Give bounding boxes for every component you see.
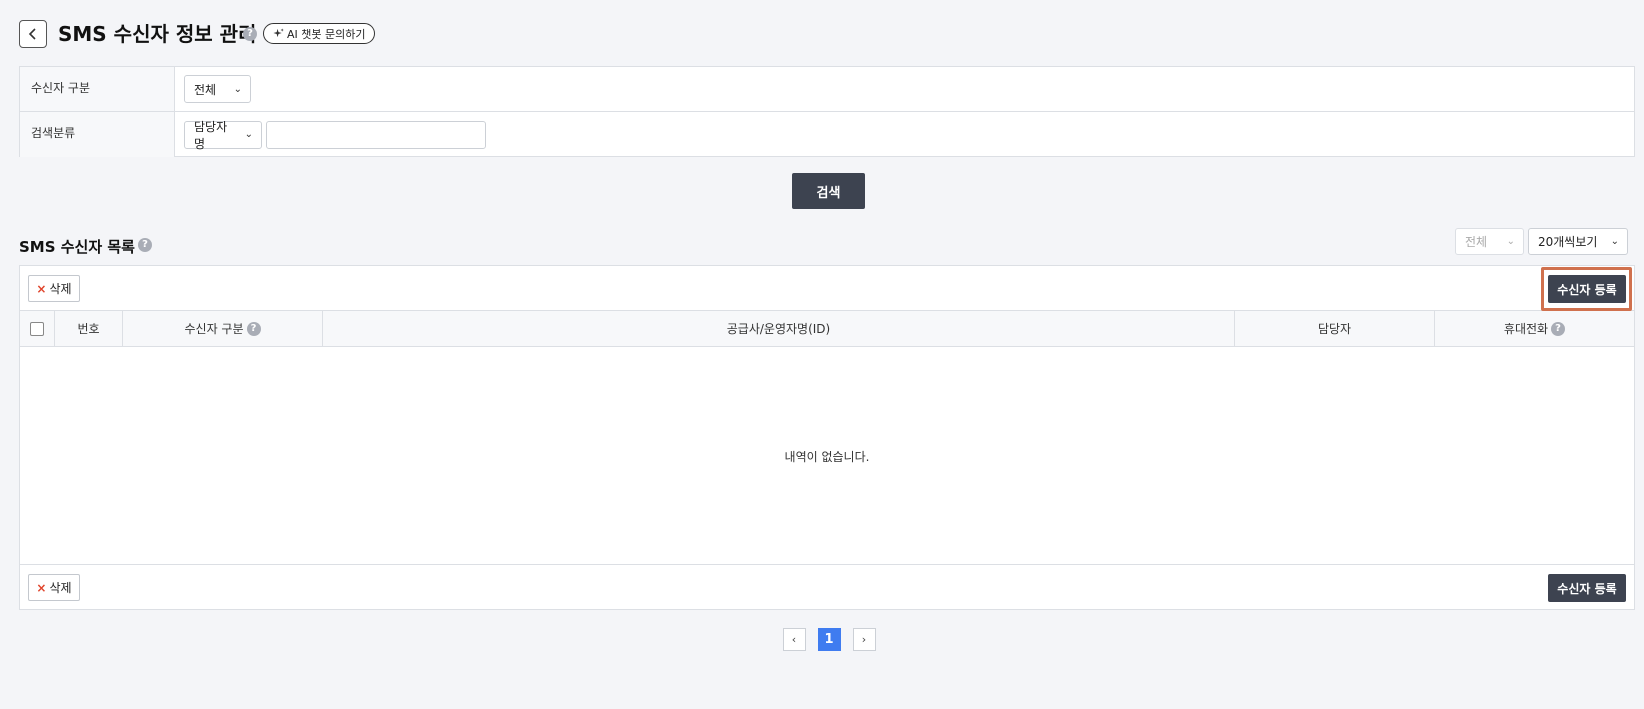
list-filter-value: 전체	[1465, 235, 1488, 249]
select-all-checkbox[interactable]	[30, 321, 44, 336]
chevron-down-icon: ⌄	[1610, 236, 1619, 247]
table-header: 번호 수신자 구분 ? 공급사/운영자명(ID) 담당자 휴대전화 ?	[20, 311, 1634, 347]
list-filter-select[interactable]: 전체 ⌄	[1455, 228, 1524, 255]
page-size-select[interactable]: 20개씩보기 ⌄	[1528, 228, 1628, 255]
page-title: SMS 수신자 정보 관리	[58, 22, 257, 46]
help-icon[interactable]: ?	[246, 321, 261, 336]
register-recipient-button-top[interactable]: 수신자 등록	[1548, 275, 1626, 303]
chevron-left-icon	[28, 28, 36, 40]
sparkle-icon	[273, 28, 284, 38]
column-header-manager: 담당자	[1235, 311, 1435, 346]
chevron-down-icon: ⌄	[233, 83, 242, 95]
delete-button-bottom[interactable]: × 삭제	[28, 574, 80, 601]
column-header-recipient-type: 수신자 구분 ?	[123, 311, 323, 346]
column-header-supplier: 공급사/운영자명(ID)	[323, 311, 1235, 346]
list-help-icon[interactable]: ?	[138, 238, 152, 252]
column-header-label: 휴대전화	[1503, 322, 1549, 336]
search-button[interactable]: 검색	[792, 173, 865, 209]
chevron-down-icon: ⌄	[1506, 236, 1515, 247]
search-row-category: 검색분류 담당자명 ⌄	[20, 112, 1634, 157]
back-button[interactable]	[19, 20, 47, 48]
title-help-icon[interactable]: ?	[243, 27, 257, 41]
header-checkbox-cell	[20, 311, 55, 346]
recipient-list: × 삭제 수신자 등록 번호 수신자 구분 ? 공급사/운영자명(ID) 담당자…	[19, 265, 1635, 610]
next-page-button[interactable]: ›	[852, 628, 876, 651]
close-icon: ×	[36, 281, 47, 296]
ai-chatbot-button[interactable]: AI 챗봇 문의하기	[263, 23, 376, 44]
empty-message: 내역이 없습니다.	[784, 450, 870, 464]
column-header-number: 번호	[55, 311, 123, 346]
pagination: ‹ 1 ›	[0, 628, 1644, 651]
column-header-label: 수신자 구분	[184, 322, 244, 336]
help-icon[interactable]: ?	[1551, 321, 1566, 336]
list-toolbar-bottom: × 삭제 수신자 등록	[20, 564, 1634, 609]
column-header-mobile: 휴대전화 ?	[1435, 311, 1634, 346]
ai-chatbot-label: AI 챗봇 문의하기	[287, 27, 366, 41]
search-category-label: 검색분류	[20, 112, 175, 157]
search-panel: 수신자 구분 전체 ⌄ 검색분류 담당자명 ⌄	[19, 66, 1635, 157]
delete-label: 삭제	[49, 282, 72, 296]
delete-button-top[interactable]: × 삭제	[28, 275, 80, 302]
chevron-down-icon: ⌄	[244, 129, 253, 140]
search-category-select[interactable]: 담당자명 ⌄	[184, 119, 262, 151]
search-row-recipient-type: 수신자 구분 전체 ⌄	[20, 67, 1634, 112]
register-recipient-button-bottom[interactable]: 수신자 등록	[1548, 574, 1626, 602]
prev-page-button[interactable]: ‹	[782, 628, 806, 651]
recipient-type-label: 수신자 구분	[20, 67, 175, 111]
recipient-type-select[interactable]: 전체 ⌄	[184, 75, 251, 103]
delete-label: 삭제	[49, 581, 72, 595]
list-title: SMS 수신자 목록	[19, 238, 135, 256]
page-size-value: 20개씩보기	[1538, 235, 1598, 249]
list-toolbar-top: × 삭제 수신자 등록	[20, 266, 1634, 311]
close-icon: ×	[36, 580, 47, 595]
recipient-type-value: 전체	[194, 82, 217, 97]
search-category-value: 담당자명	[194, 119, 228, 151]
search-keyword-input[interactable]	[266, 120, 486, 149]
page-1-button[interactable]: 1	[817, 628, 841, 651]
